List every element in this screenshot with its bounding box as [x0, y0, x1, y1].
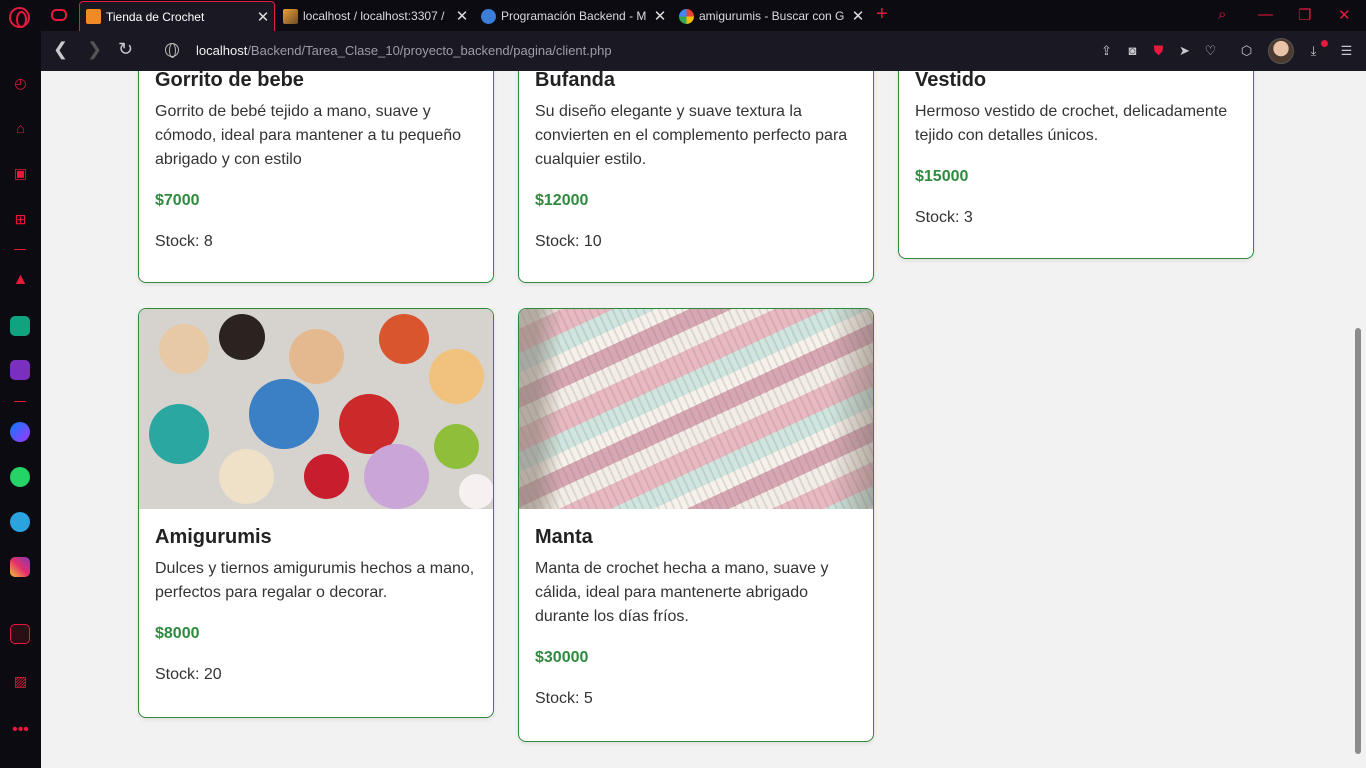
product-price: $12000: [535, 192, 589, 209]
opera-menu-icon[interactable]: [9, 7, 30, 28]
gx-control-icon[interactable]: ⌂: [0, 120, 41, 136]
product-card: Bufanda Su diseño elegante y suave textu…: [518, 71, 874, 283]
product-price: $15000: [915, 168, 969, 185]
telegram-icon[interactable]: [10, 512, 30, 532]
product-description: Hermoso vestido de crochet, delicadament…: [915, 103, 1228, 144]
tab-title: Programación Backend - M: [501, 9, 647, 23]
product-price: $8000: [155, 625, 200, 642]
product-description: Dulces y tiernos amigurumis hechos a man…: [155, 560, 475, 601]
product-card: Manta Manta de crochet hecha a mano, sua…: [518, 308, 874, 742]
aria-ai-icon[interactable]: ▲: [0, 271, 41, 289]
chatgpt-icon[interactable]: [10, 316, 30, 336]
product-stock: Stock: 5: [535, 690, 593, 707]
close-tab-icon[interactable]: ✕: [451, 7, 473, 25]
more-options-icon[interactable]: •••: [0, 721, 41, 739]
adblock-shield-icon[interactable]: ⛊: [1151, 43, 1166, 58]
url-host: localhost: [196, 43, 248, 58]
share-icon[interactable]: ⇪: [1099, 43, 1114, 58]
minimize-icon[interactable]: —: [1258, 6, 1273, 23]
product-name: Gorrito de bebe: [155, 71, 304, 91]
product-stock: Stock: 3: [915, 209, 973, 226]
back-icon[interactable]: ❮: [53, 39, 68, 60]
product-stock: Stock: 8: [155, 233, 213, 250]
product-stock: Stock: 10: [535, 233, 602, 250]
player-music-icon[interactable]: [10, 624, 30, 644]
product-description: Manta de crochet hecha a mano, suave y c…: [535, 560, 829, 625]
close-window-icon[interactable]: ✕: [1338, 6, 1351, 24]
restore-icon[interactable]: ❐: [1298, 6, 1311, 24]
tab-title: Tienda de Crochet: [106, 9, 205, 24]
address-bar: ❮ ❯ ↻ localhost/Backend/Tarea_Clase_10/p…: [41, 31, 1366, 71]
downloads-icon[interactable]: ⤓: [1306, 43, 1321, 58]
new-tab-plus-icon[interactable]: +: [876, 3, 888, 26]
forward-icon[interactable]: ❯: [87, 39, 102, 60]
tab-title: amigurumis - Buscar con G: [699, 9, 845, 23]
chatsonic-icon[interactable]: [10, 360, 30, 380]
product-image-amigurumis: [139, 309, 493, 509]
product-description: Gorrito de bebé tejido a mano, suave y c…: [155, 103, 461, 168]
easy-setup-icon[interactable]: ☰: [1339, 43, 1354, 58]
scrollbar-thumb[interactable]: [1355, 328, 1361, 754]
site-info-globe-icon[interactable]: [165, 43, 179, 58]
tab-title: localhost / localhost:3307 /: [303, 9, 445, 23]
product-price: $30000: [535, 649, 589, 666]
product-description: Su diseño elegante y suave textura la co…: [535, 103, 848, 168]
product-price: $7000: [155, 192, 200, 209]
product-image-manta: [519, 309, 873, 509]
google-favicon-icon: [679, 8, 694, 24]
profile-avatar[interactable]: [1268, 38, 1294, 64]
search-tabs-icon[interactable]: ⌕: [1218, 6, 1226, 23]
tab-programacion-backend[interactable]: Programación Backend - M ✕: [475, 1, 671, 31]
xampp-favicon-icon: [86, 9, 101, 24]
tab-amigurumis-google[interactable]: amigurumis - Buscar con G ✕: [673, 1, 869, 31]
close-tab-icon[interactable]: ✕: [649, 7, 671, 25]
product-name: Amigurumis: [155, 526, 272, 548]
close-tab-icon[interactable]: ✕: [252, 8, 274, 26]
webex-favicon-icon: [481, 8, 496, 24]
url-path: /Backend/Tarea_Clase_10/proyecto_backend…: [247, 43, 612, 58]
whatsapp-icon[interactable]: [10, 467, 30, 487]
speed-dial-icon[interactable]: ◴: [0, 75, 41, 92]
reload-icon[interactable]: ↻: [118, 39, 133, 60]
tab-tienda-de-crochet[interactable]: Tienda de Crochet ✕: [79, 1, 275, 31]
twitch-icon[interactable]: ▣: [0, 165, 41, 182]
sidebar-separator: [14, 249, 26, 250]
tab-bar: Tienda de Crochet ✕ localhost / localhos…: [0, 0, 1366, 31]
close-tab-icon[interactable]: ✕: [847, 7, 869, 25]
page-content: Gorrito de bebe Gorrito de bebé tejido a…: [41, 71, 1351, 768]
phpmyadmin-favicon-icon: [283, 8, 298, 24]
product-card: Gorrito de bebe Gorrito de bebé tejido a…: [138, 71, 494, 283]
favorites-heart-icon[interactable]: ♡: [1203, 43, 1218, 58]
cpu-limiter-icon[interactable]: ⊞: [0, 211, 41, 228]
product-card: Amigurumis Dulces y tiernos amigurumis h…: [138, 308, 494, 718]
messenger-icon[interactable]: [10, 422, 30, 442]
product-stock: Stock: 20: [155, 666, 222, 683]
gallery-image-icon[interactable]: ▨: [0, 673, 41, 690]
product-card: Vestido Hermoso vestido de crochet, deli…: [898, 71, 1254, 259]
product-name: Manta: [535, 526, 593, 548]
url-field[interactable]: localhost/Backend/Tarea_Clase_10/proyect…: [196, 43, 612, 58]
gx-corner-icon[interactable]: [51, 9, 67, 21]
snapshot-camera-icon[interactable]: ◙: [1125, 43, 1140, 58]
sidebar: ◴ ⌂ ▣ ⊞ ▲ ▨ •••: [0, 31, 41, 768]
download-notification-dot: [1321, 40, 1328, 47]
extensions-cube-icon[interactable]: ⬡: [1239, 43, 1254, 58]
tab-phpmyadmin[interactable]: localhost / localhost:3307 / ✕: [277, 1, 473, 31]
product-name: Vestido: [915, 71, 987, 91]
send-icon[interactable]: ➤: [1177, 43, 1192, 58]
product-name: Bufanda: [535, 71, 615, 91]
instagram-icon[interactable]: [10, 557, 30, 577]
sidebar-separator: [14, 401, 26, 402]
